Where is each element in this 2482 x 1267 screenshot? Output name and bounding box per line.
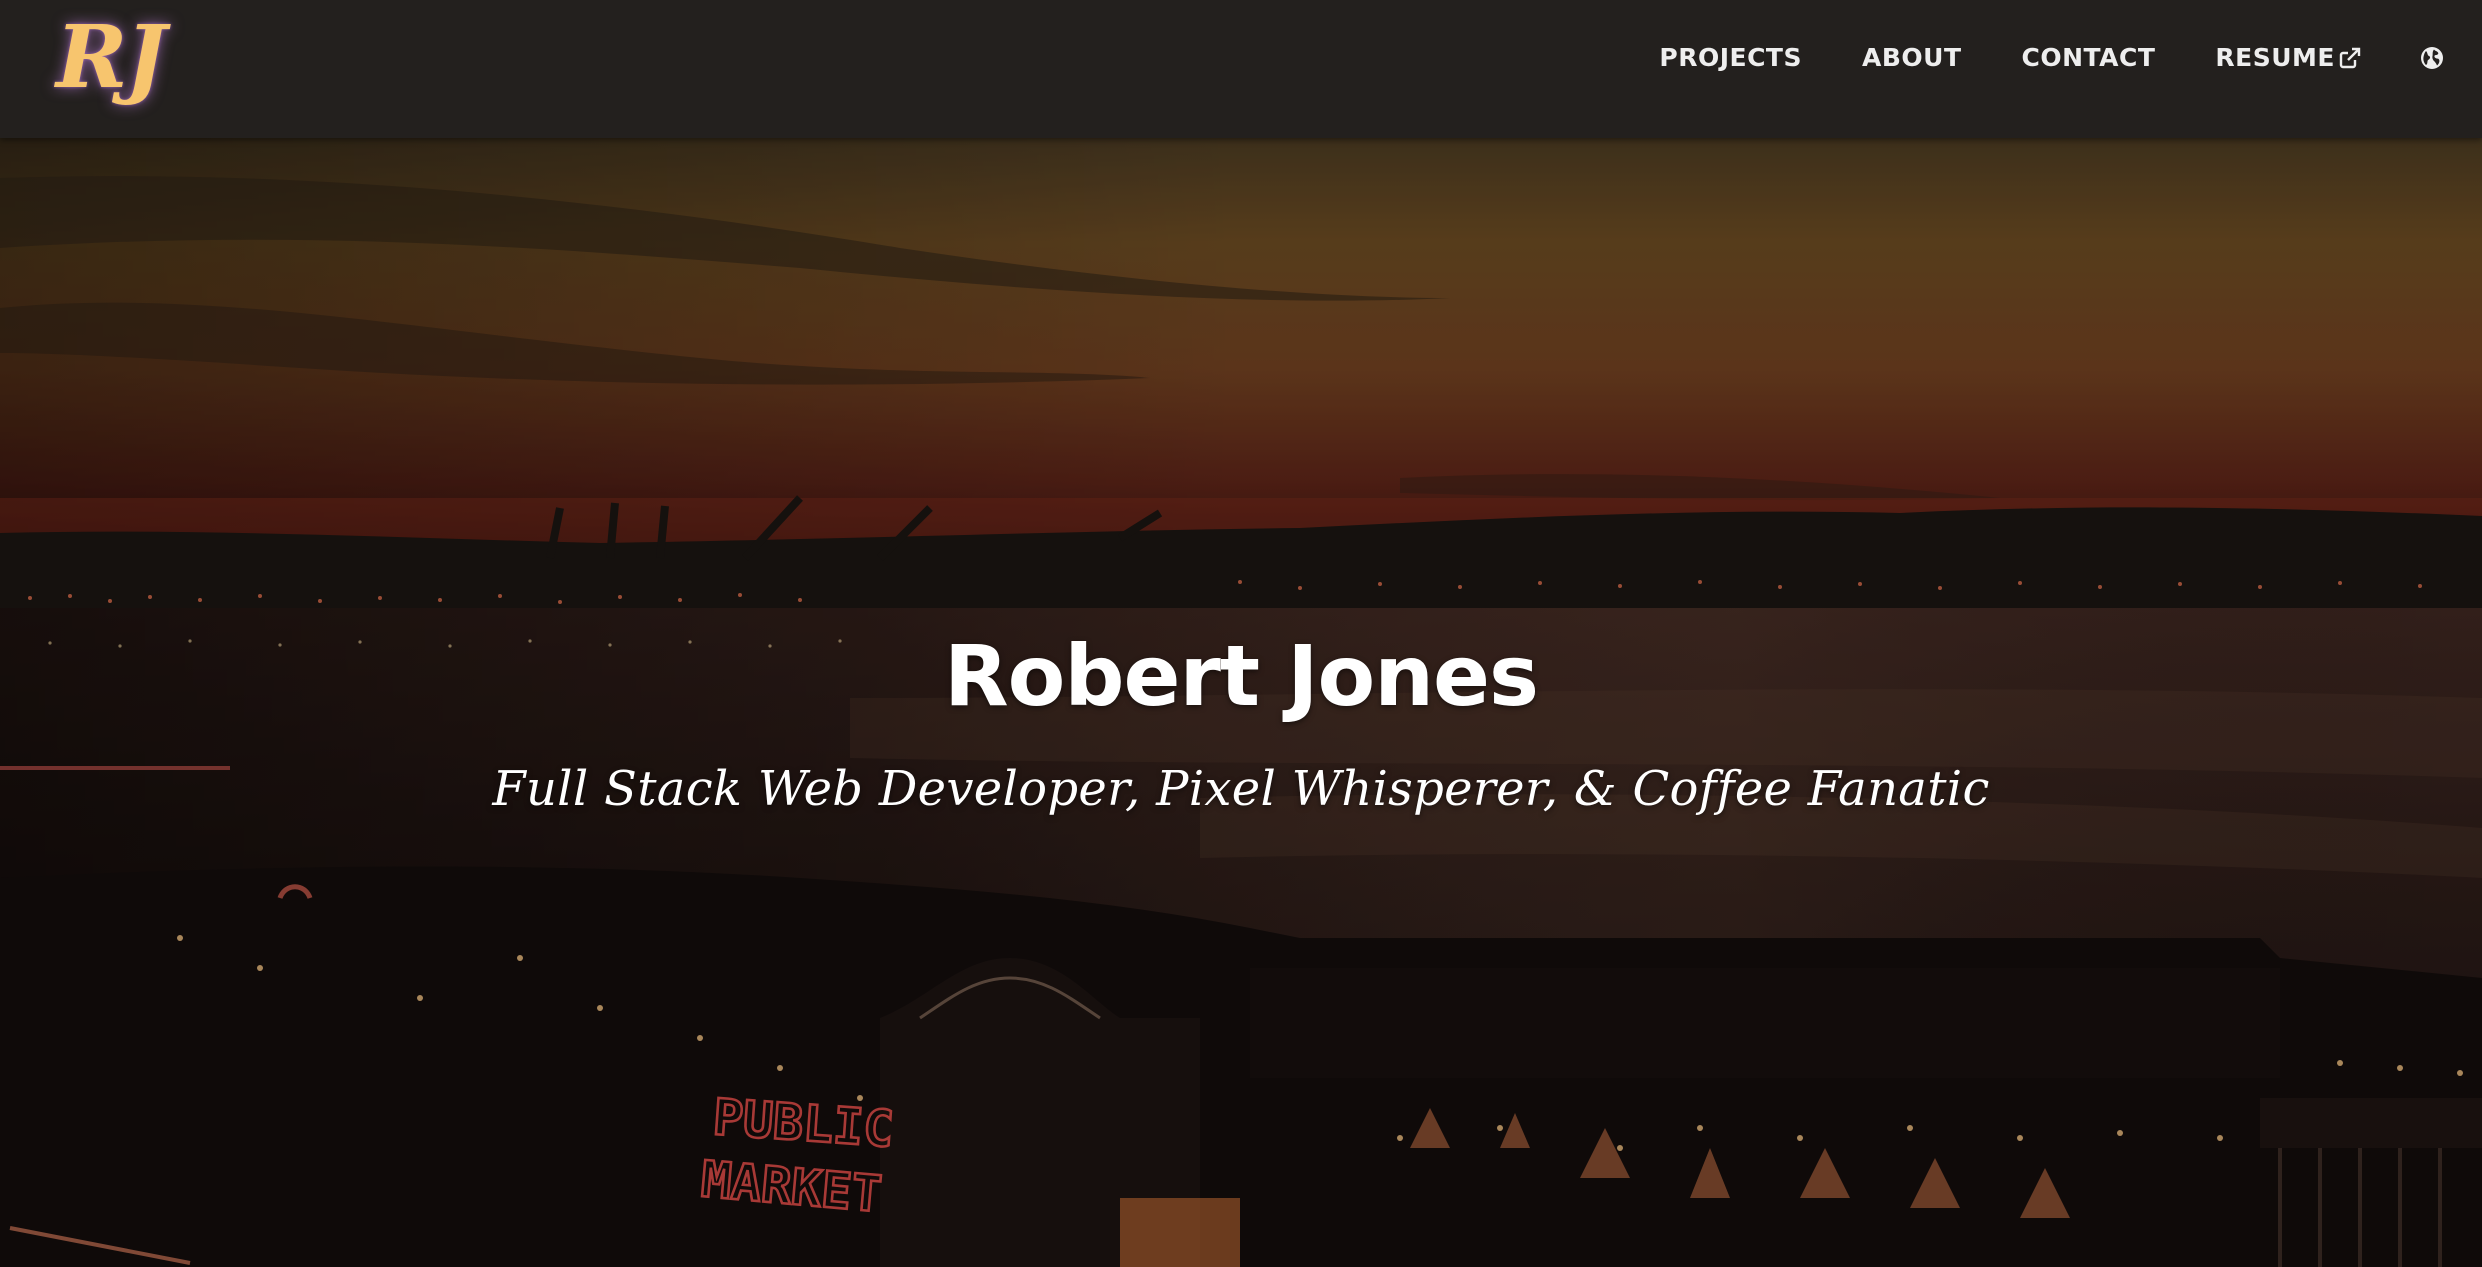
hero-subtitle: Full Stack Web Developer, Pixel Whispere…: [492, 761, 1990, 817]
globe-icon[interactable]: [2420, 46, 2444, 70]
page: RJ PROJECTS ABOUT CONTACT RESUME PUBLIC …: [0, 0, 2482, 1267]
nav-link-about[interactable]: ABOUT: [1862, 43, 1962, 72]
nav-links: PROJECTS ABOUT CONTACT RESUME: [1659, 0, 2482, 115]
hero-section: PUBLIC MARKET Robert Jones Full Stack We…: [0, 138, 2482, 1267]
nav-link-projects[interactable]: PROJECTS: [1659, 43, 1802, 72]
nav-link-resume[interactable]: RESUME: [2215, 43, 2362, 72]
top-navbar: RJ PROJECTS ABOUT CONTACT RESUME: [0, 0, 2482, 138]
nav-link-resume-label: RESUME: [2215, 43, 2335, 72]
logo-link[interactable]: RJ: [56, 4, 166, 112]
nav-link-contact[interactable]: CONTACT: [2022, 43, 2156, 72]
hero-title: Robert Jones: [943, 627, 1539, 726]
external-link-icon: [2339, 47, 2361, 68]
